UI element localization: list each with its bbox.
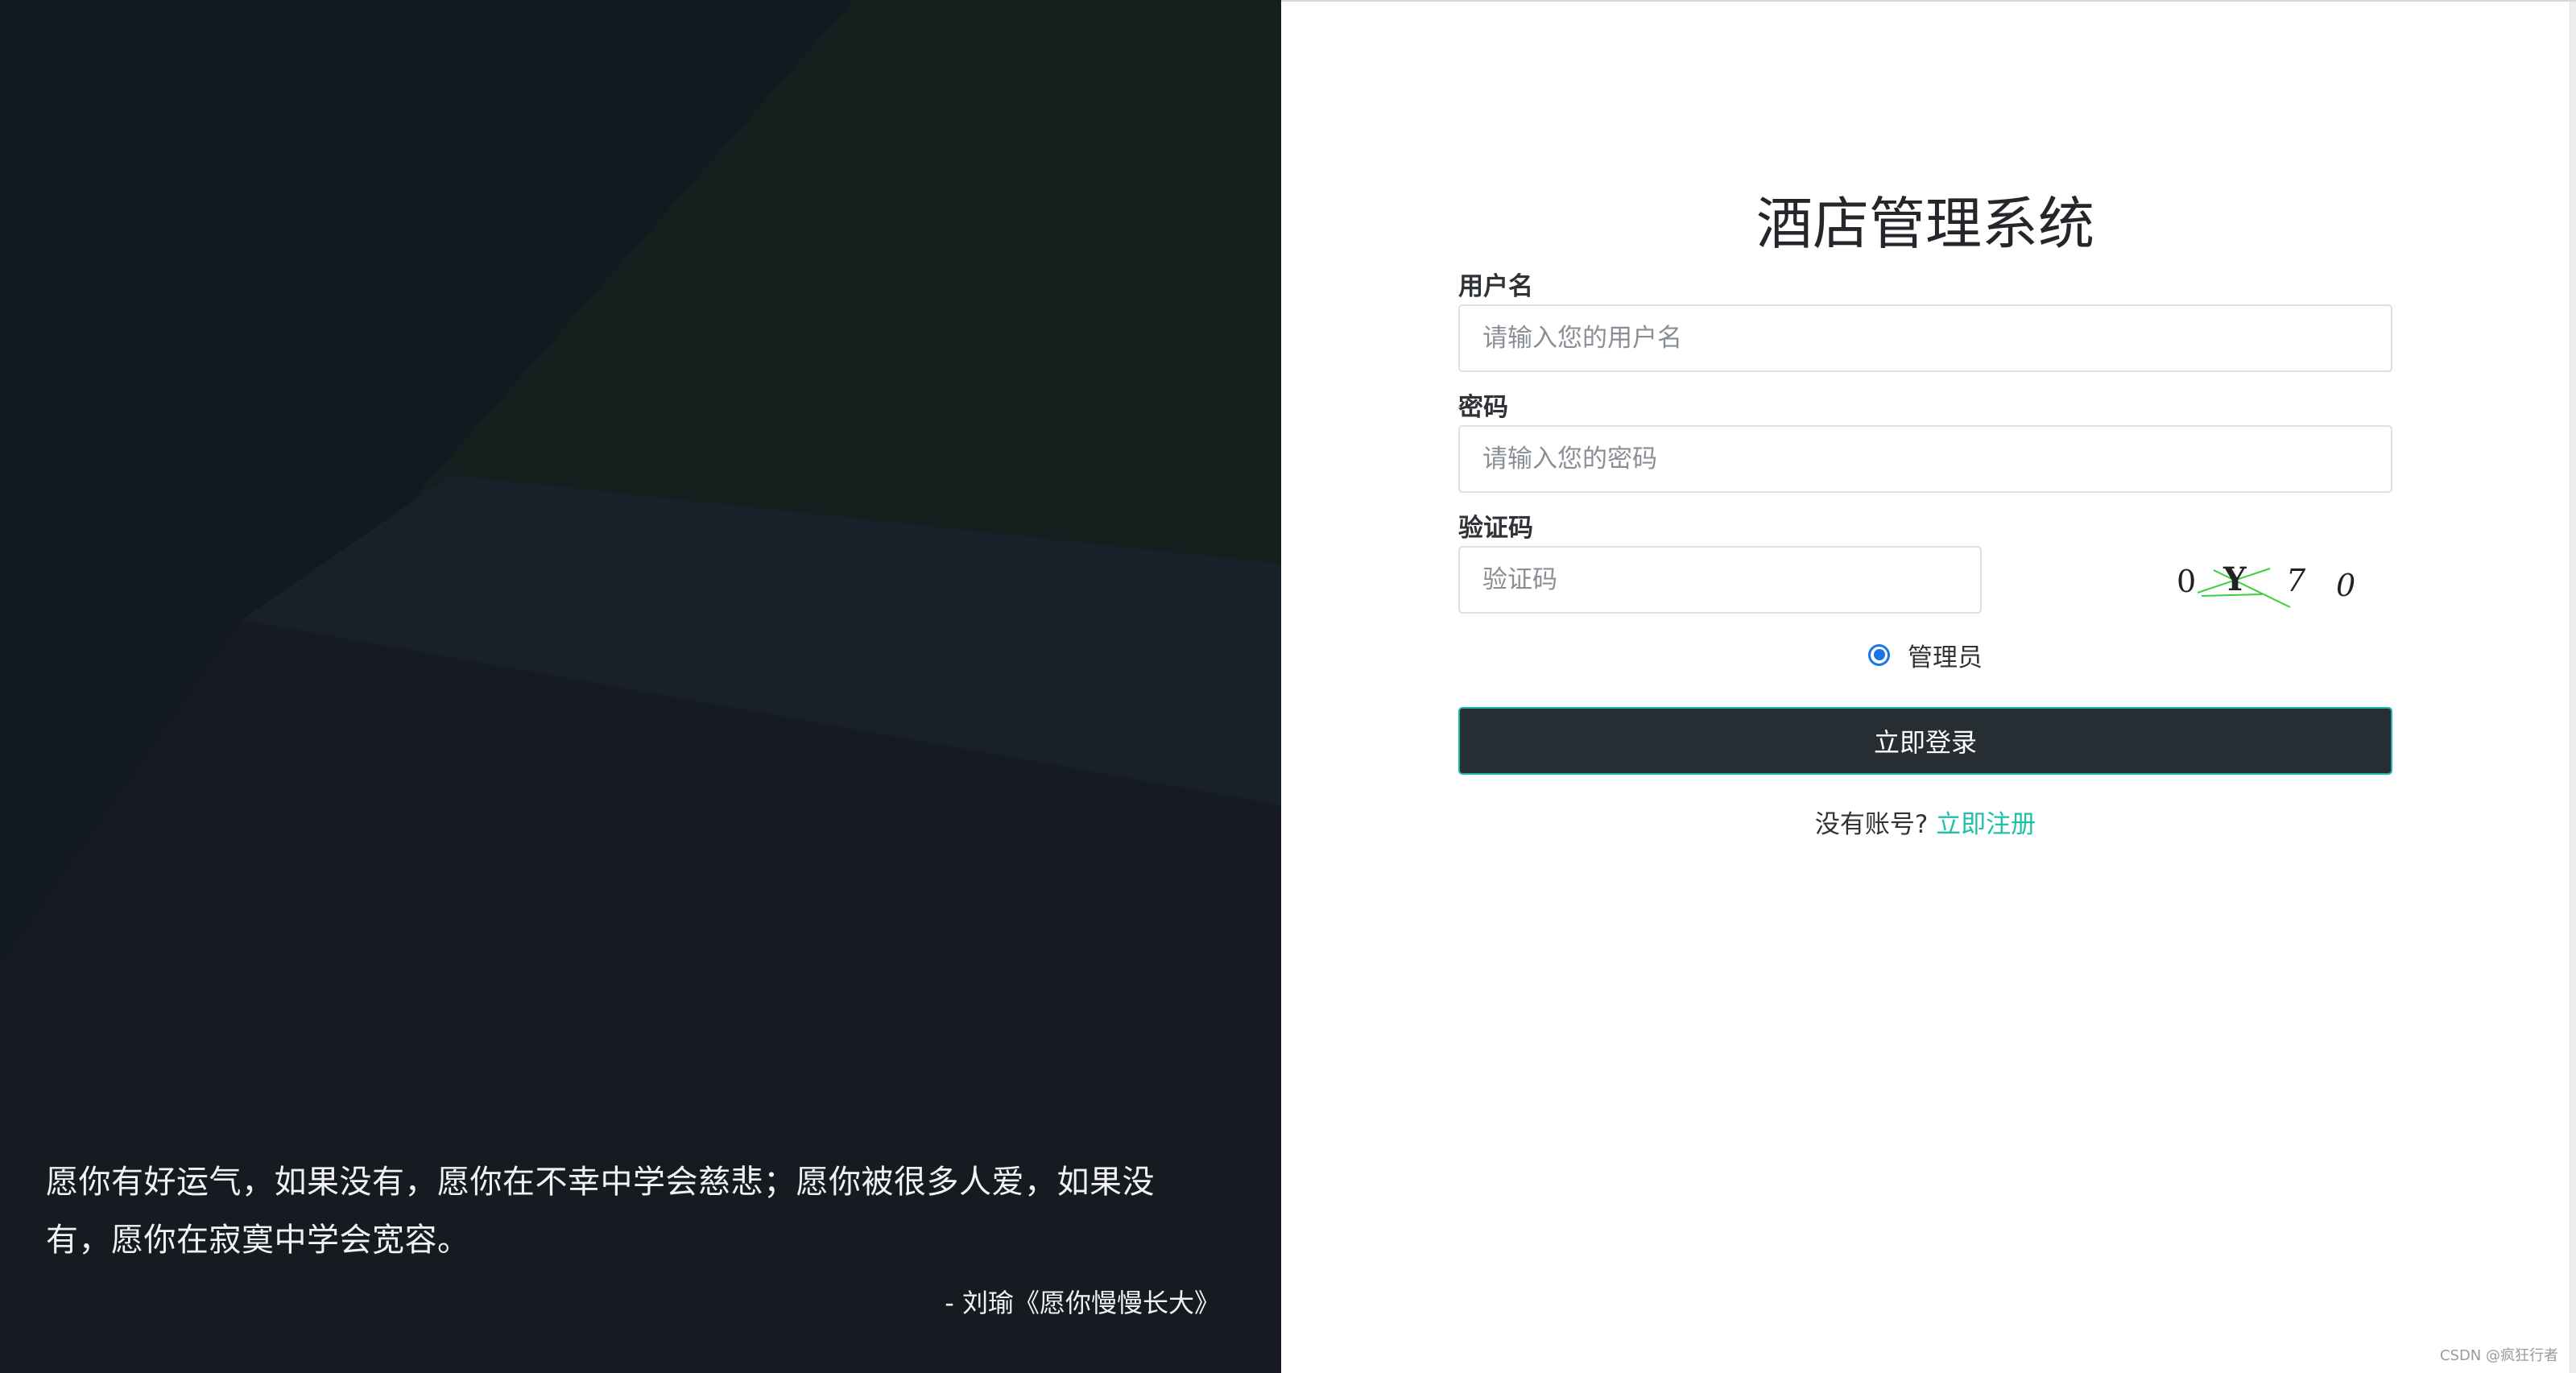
- captcha-char-4: 0: [2336, 568, 2355, 603]
- captcha-char-2: Y: [2222, 560, 2247, 598]
- role-selector: 管理员: [1458, 635, 2392, 675]
- radio-selected-dot: [1873, 649, 1885, 660]
- password-input[interactable]: [1458, 425, 2392, 493]
- login-page: 愿你有好运气，如果没有，愿你在不幸中学会慈悲；愿你被很多人爱，如果没 有，愿你在…: [0, 0, 2576, 1373]
- page-title: 酒店管理系统: [1756, 191, 2094, 257]
- captcha-char-3: 7: [2286, 563, 2306, 598]
- quote-text: 愿你有好运气，如果没有，愿你在不幸中学会慈悲；愿你被很多人爱，如果没 有，愿你在…: [46, 1153, 1230, 1269]
- register-row: 没有账号? 立即注册: [1458, 804, 2392, 840]
- quote-line-2: 有，愿你在寂寞中学会宽容。: [46, 1222, 470, 1259]
- captcha-input[interactable]: [1458, 546, 1982, 614]
- username-label: 用户名: [1458, 272, 1533, 301]
- role-radio-admin[interactable]: [1868, 643, 1890, 666]
- password-group: 密码: [1458, 390, 2392, 493]
- login-button[interactable]: 立即登录: [1458, 707, 2392, 775]
- captcha-label: 验证码: [1458, 514, 1533, 543]
- captcha-char-1: 0: [2177, 564, 2196, 599]
- captcha-group: 验证码 0 Y 7 0: [1458, 511, 2392, 614]
- register-link[interactable]: 立即注册: [1936, 810, 2036, 839]
- login-panel: 酒店管理系统 用户名 密码 验证码 0: [1281, 0, 2576, 1373]
- quote-source: - 刘瑜《愿你慢慢长大》: [945, 1288, 1220, 1318]
- quote-line-1: 愿你有好运气，如果没有，愿你在不幸中学会慈悲；愿你被很多人爱，如果没: [46, 1164, 1155, 1201]
- role-label-admin: 管理员: [1908, 643, 1983, 672]
- password-label: 密码: [1458, 393, 1508, 422]
- background-panel: 愿你有好运气，如果没有，愿你在不幸中学会慈悲；愿你被很多人爱，如果没 有，愿你在…: [0, 0, 1281, 1373]
- captcha-image[interactable]: 0 Y 7 0: [2149, 546, 2383, 614]
- register-prompt: 没有账号?: [1814, 810, 1929, 839]
- username-input[interactable]: [1458, 304, 2392, 372]
- watermark: CSDN @疯狂行者: [2439, 1347, 2558, 1364]
- quote-block: 愿你有好运气，如果没有，愿你在不幸中学会慈悲；愿你被很多人爱，如果没 有，愿你在…: [46, 1153, 1230, 1321]
- scrollbar[interactable]: [2570, 2, 2576, 1373]
- username-group: 用户名: [1458, 269, 2392, 372]
- login-form: 酒店管理系统 用户名 密码 验证码 0: [1458, 184, 2392, 840]
- captcha-row: 0 Y 7 0: [1458, 546, 2392, 614]
